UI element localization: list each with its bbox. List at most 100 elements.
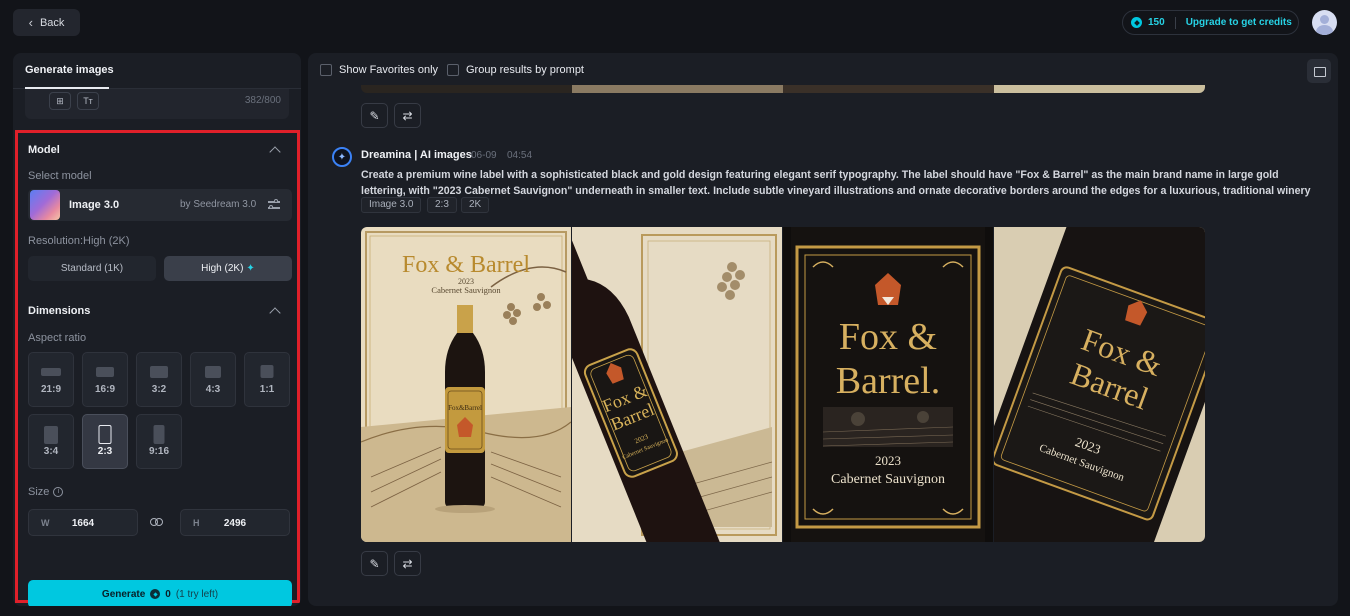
image-year-text: 2023 bbox=[875, 453, 901, 468]
ratio-shape bbox=[205, 366, 221, 378]
credit-count: 150 bbox=[1148, 17, 1165, 28]
ratio-label: 1:1 bbox=[259, 384, 275, 395]
ratio-16-9[interactable]: 16:9 bbox=[82, 352, 128, 407]
image-brand-text: Fox & Barrel bbox=[402, 252, 530, 278]
image-brand-text: Fox & bbox=[839, 316, 937, 358]
result-image-2[interactable]: Fox & Barrel 2023 Cabernet Sauvignon bbox=[572, 227, 782, 542]
image-varietal-text: Cabernet Sauvignon bbox=[431, 285, 501, 295]
resolution-standard-button[interactable]: Standard (1K) bbox=[28, 256, 156, 281]
info-icon[interactable]: i bbox=[53, 487, 64, 498]
height-value: 2496 bbox=[223, 518, 247, 529]
folder-icon[interactable] bbox=[1307, 59, 1331, 83]
ratio-label: 4:3 bbox=[205, 384, 221, 395]
width-field[interactable]: W 1664 bbox=[28, 509, 138, 536]
tab-bar: Generate images bbox=[13, 53, 301, 89]
credit-coin-icon bbox=[1131, 17, 1142, 28]
generate-panel: Generate images ⊞ Tт 382/800 Model Selec… bbox=[13, 53, 301, 606]
back-label: Back bbox=[39, 16, 65, 29]
avatar[interactable] bbox=[1312, 10, 1337, 35]
result-image-4[interactable]: Fox & Barrel 2023 Cabernet Sauvignon bbox=[994, 227, 1205, 542]
image-varietal-text: Cabernet Sauvignon bbox=[831, 472, 945, 487]
aspect-ratio-label: Aspect ratio bbox=[28, 332, 87, 344]
ratio-3-4[interactable]: 3:4 bbox=[28, 414, 74, 469]
ratio-4-3[interactable]: 4:3 bbox=[190, 352, 236, 407]
ratio-shape bbox=[98, 425, 112, 444]
ratio-shape bbox=[96, 367, 114, 377]
settings-sliders-icon[interactable] bbox=[268, 199, 280, 210]
dimensions-section-title: Dimensions bbox=[28, 305, 91, 317]
model-provider: by Seedream 3.0 bbox=[180, 199, 257, 210]
ratio-shape bbox=[41, 368, 61, 376]
text-format-icon[interactable]: Tт bbox=[77, 92, 99, 110]
width-value: 1664 bbox=[71, 518, 95, 529]
tab-generate-images[interactable]: Generate images bbox=[25, 64, 114, 76]
resolution-high-button[interactable]: High (2K) ✦ bbox=[164, 256, 292, 281]
image-brand-text-2: Barrel. bbox=[836, 360, 940, 402]
chevron-left-icon: ‹ bbox=[28, 15, 33, 30]
char-counter: 382/800 bbox=[244, 95, 281, 106]
resolution-chip: 2K bbox=[461, 197, 490, 213]
model-chip: Image 3.0 bbox=[361, 197, 422, 213]
height-field[interactable]: H 2496 bbox=[180, 509, 290, 536]
image-bottle-label: Fox&Barrel bbox=[448, 404, 482, 412]
model-thumbnail bbox=[30, 190, 60, 220]
result-date: 06-09 bbox=[471, 150, 497, 161]
resolution-high-label: High (2K) bbox=[201, 263, 244, 274]
resolution-standard-label: Standard (1K) bbox=[60, 263, 124, 274]
size-label-text: Size bbox=[28, 486, 50, 498]
credit-coin-icon bbox=[150, 589, 161, 599]
result-time: 04:54 bbox=[507, 150, 533, 161]
ratio-label: 21:9 bbox=[40, 384, 61, 395]
generate-button[interactable]: Generate 0 (1 try left) bbox=[28, 580, 292, 606]
ratio-label: 16:9 bbox=[94, 384, 115, 395]
link-aspect-icon[interactable] bbox=[150, 517, 164, 527]
settings-highlight-box: Model Select model Image 3.0 by Seedream… bbox=[15, 130, 300, 606]
sparkle-icon: ✦ bbox=[246, 263, 255, 274]
ratio-label: 3:4 bbox=[43, 446, 59, 457]
ratio-shape bbox=[150, 366, 168, 378]
regenerate-icon: ⇄ bbox=[402, 556, 413, 571]
favorites-checkbox[interactable] bbox=[320, 64, 332, 76]
ratio-label: 3:2 bbox=[151, 384, 167, 395]
select-model-label: Select model bbox=[28, 170, 92, 182]
model-name: Image 3.0 bbox=[69, 199, 120, 211]
generate-label: Generate bbox=[101, 588, 146, 600]
model-section-title: Model bbox=[28, 144, 60, 156]
collapse-dimensions-icon[interactable] bbox=[269, 307, 281, 319]
model-selector[interactable]: Image 3.0 by Seedream 3.0 bbox=[28, 189, 292, 221]
image-reference-icon[interactable]: ⊞ bbox=[49, 92, 71, 110]
resolution-label: Resolution:High (2K) bbox=[28, 235, 130, 247]
result-image-3[interactable]: Fox & Barrel. 2023 Cabernet Sauvignon bbox=[783, 227, 993, 542]
ratio-label: 2:3 bbox=[97, 446, 113, 457]
regenerate-icon: ⇄ bbox=[402, 108, 413, 123]
ratio-21-9[interactable]: 21:9 bbox=[28, 352, 74, 407]
ratio-shape bbox=[260, 365, 274, 378]
size-label: Size i bbox=[28, 486, 64, 498]
ratio-1-1[interactable]: 1:1 bbox=[244, 352, 290, 407]
group-checkbox[interactable] bbox=[447, 64, 459, 76]
edit-button[interactable]: ✎ bbox=[361, 103, 388, 128]
divider bbox=[1174, 16, 1176, 29]
regenerate-button[interactable]: ⇄ bbox=[394, 551, 421, 576]
ratio-3-2[interactable]: 3:2 bbox=[136, 352, 182, 407]
back-button[interactable]: ‹ Back bbox=[13, 9, 80, 36]
upgrade-link[interactable]: Upgrade to get credits bbox=[1186, 17, 1292, 28]
ratio-shape bbox=[153, 425, 165, 444]
favorites-label: Show Favorites only bbox=[339, 64, 439, 76]
collapse-model-icon[interactable] bbox=[269, 146, 281, 158]
regenerate-button[interactable]: ⇄ bbox=[394, 103, 421, 128]
credits-badge[interactable]: 150 Upgrade to get credits bbox=[1122, 10, 1299, 35]
ratio-9-16[interactable]: 9:16 bbox=[136, 414, 182, 469]
result-image-1[interactable]: Fox & Barrel 2023 Cabernet Sauvignon Fox… bbox=[361, 227, 571, 542]
prompt-input-footer: ⊞ Tт 382/800 bbox=[25, 89, 289, 119]
ratio-chip: 2:3 bbox=[427, 197, 457, 213]
generate-tries: (1 try left) bbox=[175, 588, 219, 600]
generate-cost: 0 bbox=[165, 588, 171, 600]
previous-results-strip bbox=[361, 85, 1205, 93]
edit-button[interactable]: ✎ bbox=[361, 551, 388, 576]
group-label: Group results by prompt bbox=[466, 64, 584, 76]
results-panel: Show Favorites only Group results by pro… bbox=[308, 53, 1338, 606]
ratio-2-3[interactable]: 2:3 bbox=[82, 414, 128, 469]
ratio-label: 9:16 bbox=[148, 446, 169, 457]
prompt-text: Create a premium wine label with a sophi… bbox=[361, 169, 1311, 213]
